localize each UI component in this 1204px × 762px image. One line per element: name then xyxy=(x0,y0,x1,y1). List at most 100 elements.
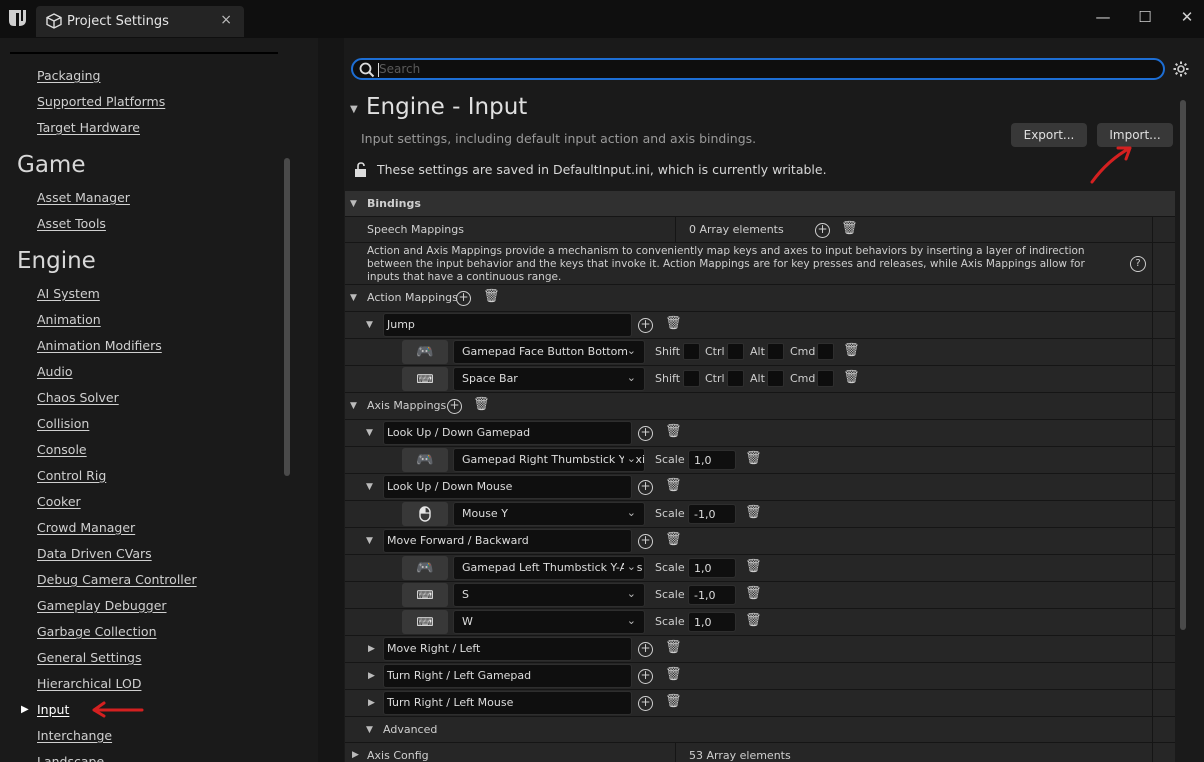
sidebar-item-supported-platforms[interactable]: Supported Platforms xyxy=(37,94,165,109)
add-icon[interactable]: + xyxy=(638,534,653,549)
sidebar-item-asset-tools[interactable]: Asset Tools xyxy=(37,216,106,231)
cmd-checkbox[interactable] xyxy=(817,370,834,387)
trash-icon[interactable]: 🗑 xyxy=(843,343,860,358)
expand-icon[interactable]: ▶ xyxy=(352,750,359,760)
trash-icon[interactable]: 🗑 xyxy=(745,613,762,628)
keyboard-icon[interactable]: ⌨ xyxy=(402,367,448,391)
trash-icon[interactable]: 🗑 xyxy=(665,694,682,709)
advanced-row[interactable]: ▼ Advanced xyxy=(345,717,1175,743)
shift-checkbox[interactable] xyxy=(683,343,700,360)
sidebar-item-audio[interactable]: Audio xyxy=(37,364,73,379)
sidebar-item-chaos-solver[interactable]: Chaos Solver xyxy=(37,390,119,405)
key-selector[interactable]: W ⌄ xyxy=(453,610,645,634)
sidebar-scrollbar[interactable] xyxy=(284,158,290,476)
add-icon[interactable]: + xyxy=(638,426,653,441)
sidebar-item-debug-camera-controller[interactable]: Debug Camera Controller xyxy=(37,572,197,587)
scale-input[interactable]: 1,0 xyxy=(688,450,736,470)
help-icon[interactable]: ? xyxy=(1130,256,1146,272)
sidebar-item-animation[interactable]: Animation xyxy=(37,312,101,327)
gamepad-icon[interactable]: 🎮 xyxy=(402,340,448,364)
minimize-button[interactable]: — xyxy=(1088,8,1118,30)
sidebar-item-hierarchical-lod[interactable]: Hierarchical LOD xyxy=(37,676,141,691)
axis-name-field[interactable]: Turn Right / Left Gamepad xyxy=(383,664,632,688)
add-icon[interactable]: + xyxy=(456,291,471,306)
sidebar-item-packaging[interactable]: Packaging xyxy=(37,68,100,83)
add-icon[interactable]: + xyxy=(638,642,653,657)
expand-icon[interactable]: ▶ xyxy=(368,698,375,708)
ctrl-checkbox[interactable] xyxy=(727,343,744,360)
sidebar-item-data-driven-cvars[interactable]: Data Driven CVars xyxy=(37,546,152,561)
sidebar-item-input[interactable]: Input xyxy=(37,702,69,717)
axis-name-field[interactable]: Turn Right / Left Mouse xyxy=(383,691,632,715)
sidebar-item-console[interactable]: Console xyxy=(37,442,87,457)
collapse-icon[interactable]: ▼ xyxy=(366,536,373,546)
key-selector[interactable]: Mouse Y ⌄ xyxy=(453,502,645,526)
alt-checkbox[interactable] xyxy=(767,343,784,360)
gamepad-icon[interactable]: 🎮 xyxy=(402,556,448,580)
close-tab-icon[interactable]: × xyxy=(220,12,232,28)
unreal-logo-icon[interactable] xyxy=(6,6,30,30)
sidebar-item-garbage-collection[interactable]: Garbage Collection xyxy=(37,624,157,639)
alt-checkbox[interactable] xyxy=(767,370,784,387)
add-icon[interactable]: + xyxy=(638,669,653,684)
add-icon[interactable]: + xyxy=(447,399,462,414)
trash-icon[interactable]: 🗑 xyxy=(665,424,682,439)
key-selector[interactable]: Gamepad Right Thumbstick Y-Axis ⌄ xyxy=(453,448,645,472)
window-close-button[interactable]: ✕ xyxy=(1172,8,1202,30)
scale-input[interactable]: -1,0 xyxy=(688,504,736,524)
tab-project-settings[interactable]: Project Settings × xyxy=(36,6,244,37)
add-icon[interactable]: + xyxy=(815,223,830,238)
action-name-field[interactable]: Jump xyxy=(383,313,632,337)
key-selector[interactable]: Gamepad Left Thumbstick Y-Axis ⌄ xyxy=(453,556,645,580)
expand-icon[interactable]: ▶ xyxy=(368,671,375,681)
sidebar-item-gameplay-debugger[interactable]: Gameplay Debugger xyxy=(37,598,167,613)
export-button[interactable]: Export... xyxy=(1011,123,1087,147)
trash-icon[interactable]: 🗑 xyxy=(665,316,682,331)
collapse-icon[interactable]: ▼ xyxy=(350,293,357,303)
sidebar-item-general-settings[interactable]: General Settings xyxy=(37,650,142,665)
sidebar-item-collision[interactable]: Collision xyxy=(37,416,89,431)
cmd-checkbox[interactable] xyxy=(817,343,834,360)
trash-icon[interactable]: 🗑 xyxy=(745,559,762,574)
trash-icon[interactable]: 🗑 xyxy=(841,221,858,236)
sidebar-item-asset-manager[interactable]: Asset Manager xyxy=(37,190,130,205)
keyboard-icon[interactable]: ⌨ xyxy=(402,610,448,634)
collapse-icon[interactable]: ▼ xyxy=(366,482,373,492)
maximize-button[interactable]: ☐ xyxy=(1130,8,1160,30)
add-icon[interactable]: + xyxy=(638,318,653,333)
scale-input[interactable]: -1,0 xyxy=(688,585,736,605)
collapse-icon[interactable]: ▼ xyxy=(350,401,357,411)
ctrl-checkbox[interactable] xyxy=(727,370,744,387)
trash-icon[interactable]: 🗑 xyxy=(665,532,682,547)
axis-name-field[interactable]: Look Up / Down Mouse xyxy=(383,475,632,499)
details-scrollbar[interactable] xyxy=(1180,100,1186,630)
sidebar-item-interchange[interactable]: Interchange xyxy=(37,728,112,743)
trash-icon[interactable]: 🗑 xyxy=(473,397,490,412)
sidebar-item-cooker[interactable]: Cooker xyxy=(37,494,81,509)
key-selector[interactable]: S ⌄ xyxy=(453,583,645,607)
sidebar-item-animation-modifiers[interactable]: Animation Modifiers xyxy=(37,338,162,353)
keyboard-icon[interactable]: ⌨ xyxy=(402,583,448,607)
key-selector[interactable]: Space Bar ⌄ xyxy=(453,367,645,391)
scale-input[interactable]: 1,0 xyxy=(688,558,736,578)
expand-icon[interactable]: ▶ xyxy=(368,644,375,654)
collapse-section-icon[interactable]: ▼ xyxy=(350,104,358,115)
collapse-icon[interactable]: ▼ xyxy=(366,320,373,330)
key-selector[interactable]: Gamepad Face Button Bottom ⌄ xyxy=(453,340,645,364)
sidebar-item-control-rig[interactable]: Control Rig xyxy=(37,468,106,483)
trash-icon[interactable]: 🗑 xyxy=(745,451,762,466)
sidebar-item-landscape[interactable]: Landscape xyxy=(37,754,104,762)
trash-icon[interactable]: 🗑 xyxy=(745,586,762,601)
trash-icon[interactable]: 🗑 xyxy=(665,667,682,682)
add-icon[interactable]: + xyxy=(638,480,653,495)
sidebar-item-ai-system[interactable]: AI System xyxy=(37,286,100,301)
trash-icon[interactable]: 🗑 xyxy=(843,370,860,385)
scale-input[interactable]: 1,0 xyxy=(688,612,736,632)
axis-name-field[interactable]: Move Right / Left xyxy=(383,637,632,661)
collapse-icon[interactable]: ▼ xyxy=(366,725,373,735)
add-icon[interactable]: + xyxy=(638,696,653,711)
collapse-icon[interactable]: ▼ xyxy=(366,428,373,438)
gear-icon[interactable] xyxy=(1172,60,1190,78)
trash-icon[interactable]: 🗑 xyxy=(665,478,682,493)
shift-checkbox[interactable] xyxy=(683,370,700,387)
